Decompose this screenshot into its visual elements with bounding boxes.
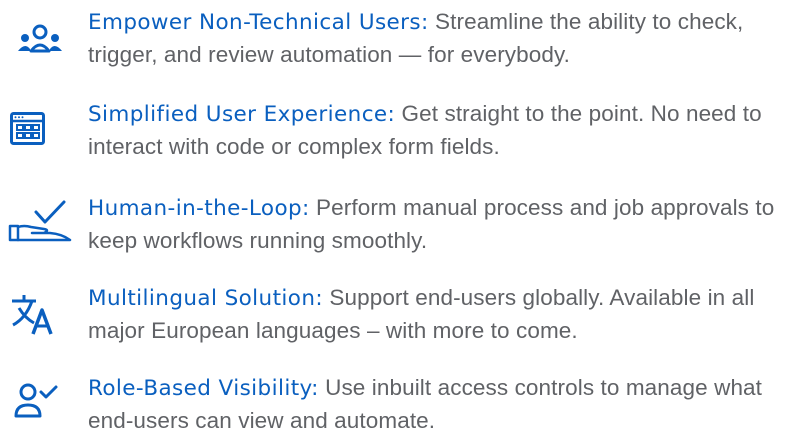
feature-description: Multilingual Solution: Support end-users… bbox=[88, 282, 788, 347]
feature-description: Role-Based Visibility: Use inbuilt acces… bbox=[88, 372, 788, 437]
feature-title: Empower Non-Technical Users: bbox=[88, 10, 429, 35]
feature-description: Human-in-the-Loop: Perform manual proces… bbox=[88, 192, 788, 257]
user-check-icon bbox=[0, 372, 78, 442]
translate-icon bbox=[0, 282, 78, 352]
feature-title: Multilingual Solution: bbox=[88, 286, 324, 311]
feature-title: Human-in-the-Loop: bbox=[88, 196, 310, 221]
feature-item-multilingual: Multilingual Solution: Support end-users… bbox=[0, 282, 790, 352]
feature-item-simplified-ux: Simplified User Experience: Get straight… bbox=[0, 98, 790, 168]
feature-item-human-in-the-loop: Human-in-the-Loop: Perform manual proces… bbox=[0, 192, 790, 262]
feature-description: Simplified User Experience: Get straight… bbox=[88, 98, 788, 163]
feature-item-role-based-visibility: Role-Based Visibility: Use inbuilt acces… bbox=[0, 372, 790, 442]
feature-item-empower-users: Empower Non-Technical Users: Streamline … bbox=[0, 6, 790, 76]
app-grid-window-icon bbox=[0, 98, 78, 168]
hand-checkmark-icon bbox=[0, 192, 78, 262]
feature-title: Simplified User Experience: bbox=[88, 102, 396, 127]
feature-title: Role-Based Visibility: bbox=[88, 376, 319, 401]
users-group-icon bbox=[0, 6, 78, 76]
feature-description: Empower Non-Technical Users: Streamline … bbox=[88, 6, 788, 71]
